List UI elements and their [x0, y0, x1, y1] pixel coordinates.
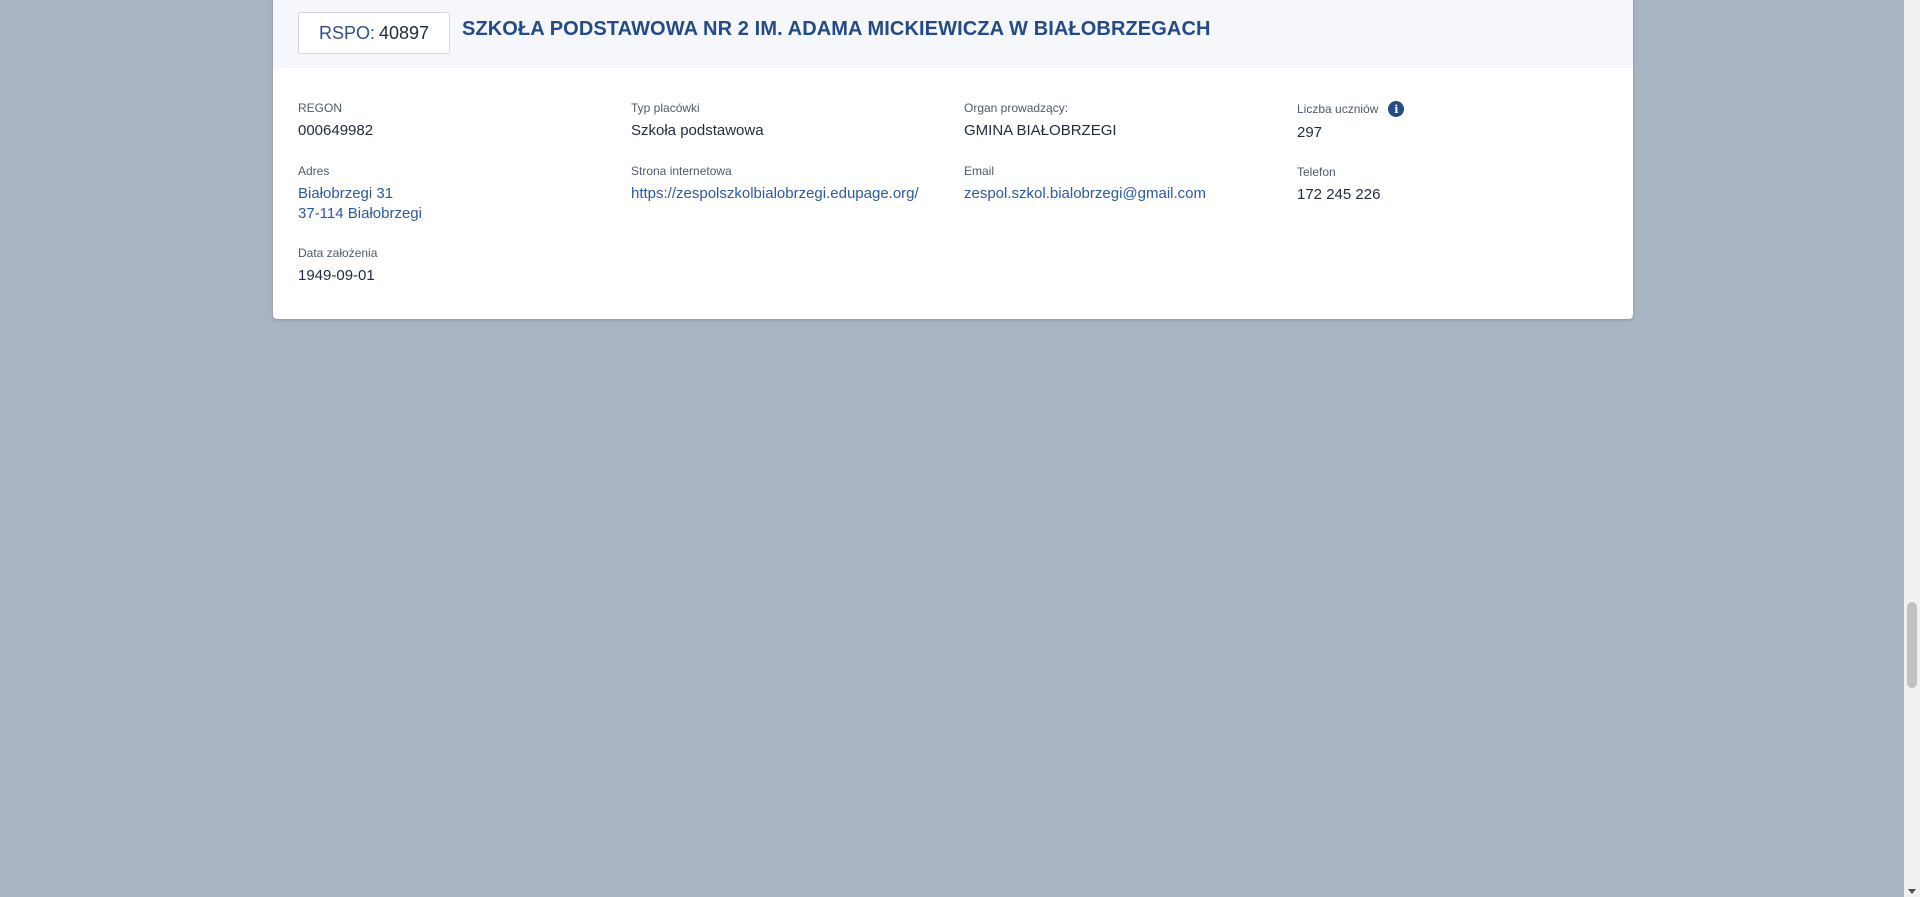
address-line1-link[interactable]: Białobrzegi 31	[298, 185, 393, 202]
type-value: Szkoła podstawowa	[631, 122, 764, 139]
type-field: Typ placówki Szkoła podstawowa	[631, 101, 764, 141]
scrollbar-thumb[interactable]	[1907, 602, 1917, 688]
vertical-scrollbar[interactable]	[1904, 0, 1920, 897]
address-line2-link[interactable]: 37-114 Białobrzegi	[298, 205, 422, 222]
scroll-down-arrow-icon[interactable]	[1908, 889, 1916, 894]
address-value: Białobrzegi 31 37-114 Białobrzegi	[298, 184, 422, 224]
website-link[interactable]: https://zespolszkolbialobrzegi.edupage.o…	[631, 184, 919, 204]
students-value: 297	[1297, 124, 1323, 141]
regon-label: REGON	[298, 101, 343, 115]
info-icon[interactable]: i	[1388, 101, 1405, 117]
phone-value: 172 245 226	[1297, 186, 1381, 203]
website-label: Strona internetowa	[631, 164, 732, 178]
email-field: Email zespol.szkol.bialobrzegi@gmail.com	[964, 164, 1206, 204]
founding-date-label: Data założenia	[298, 246, 378, 260]
students-label-row: Liczba uczniów i	[1297, 101, 1405, 117]
rspo-badge: RSPO: 40897	[298, 12, 451, 54]
rspo-value: 40897	[379, 22, 430, 43]
address-field: Adres Białobrzegi 31 37-114 Białobrzegi	[298, 164, 422, 224]
school-title: SZKOŁA PODSTAWOWA NR 2 IM. ADAMA MICKIEW…	[462, 18, 1211, 40]
students-field: Liczba uczniów i 297	[1297, 101, 1405, 143]
regon-value: 000649982	[298, 122, 374, 139]
organ-field: Organ prowadzący: GMINA BIAŁOBRZEGI	[964, 101, 1117, 141]
regon-field: REGON 000649982	[298, 101, 373, 141]
address-label: Adres	[298, 164, 330, 178]
founding-date-value: 1949-09-01	[298, 267, 375, 284]
email-link[interactable]: zespol.szkol.bialobrzegi@gmail.com	[964, 184, 1206, 204]
students-label: Liczba uczniów	[1297, 102, 1379, 116]
website-field: Strona internetowa https://zespolszkolbi…	[631, 164, 919, 204]
organ-value: GMINA BIAŁOBRZEGI	[964, 122, 1117, 139]
organ-label: Organ prowadzący:	[964, 101, 1069, 115]
page: RSPO: 40897 SZKOŁA PODSTAWOWA NR 2 IM. A…	[0, 0, 1920, 897]
type-label: Typ placówki	[631, 101, 700, 115]
rspo-label: RSPO:	[319, 22, 376, 43]
card-header: RSPO: 40897 SZKOŁA PODSTAWOWA NR 2 IM. A…	[273, 0, 1633, 68]
founding-date-field: Data założenia 1949-09-01	[298, 246, 377, 286]
phone-label: Telefon	[1297, 165, 1336, 179]
school-card: RSPO: 40897 SZKOŁA PODSTAWOWA NR 2 IM. A…	[273, 0, 1633, 319]
phone-field: Telefon 172 245 226	[1297, 165, 1380, 205]
email-label: Email	[964, 164, 995, 178]
